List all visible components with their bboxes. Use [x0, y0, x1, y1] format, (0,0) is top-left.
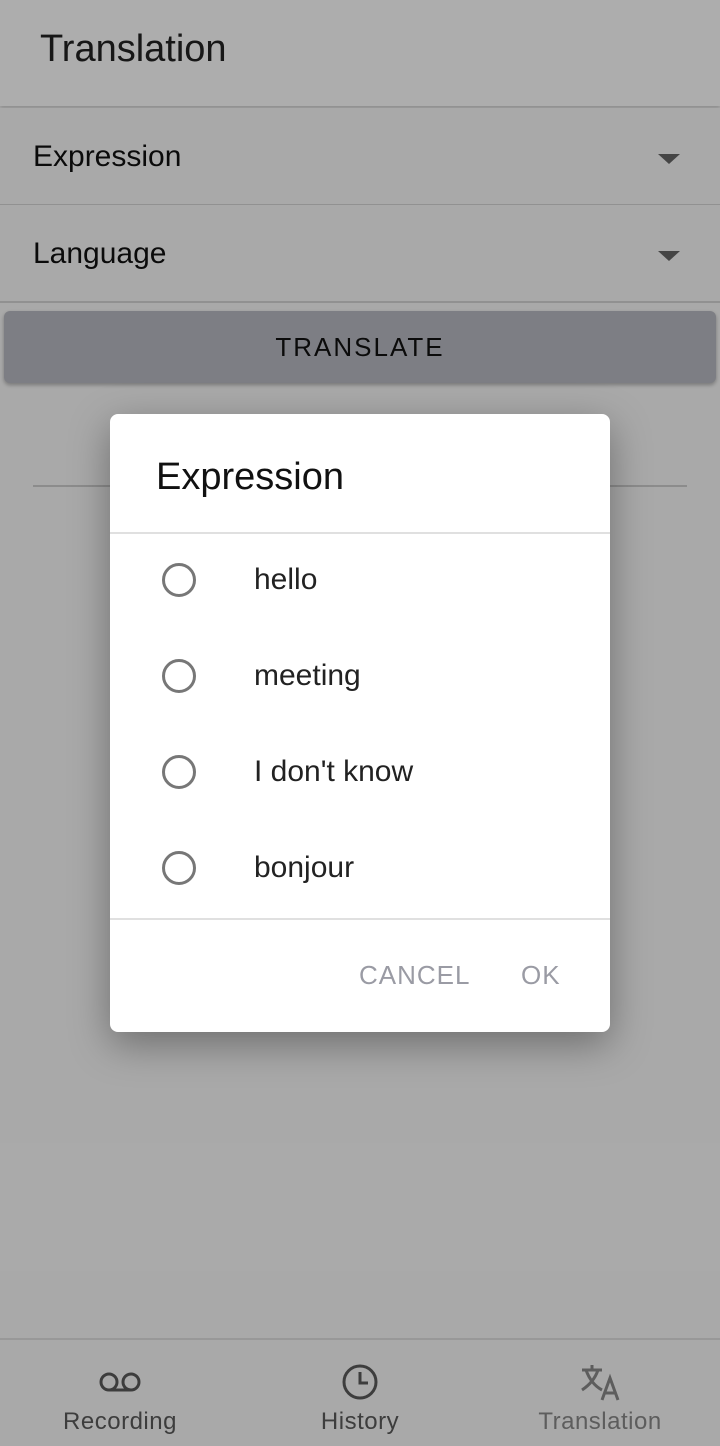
dialog-divider-bottom	[110, 918, 610, 920]
ok-button[interactable]: OK	[521, 960, 561, 991]
option-label: bonjour	[254, 851, 355, 884]
cancel-button[interactable]: CANCEL	[359, 960, 470, 991]
radio-unchecked-icon[interactable]	[162, 659, 196, 693]
option-label: hello	[254, 563, 318, 596]
option-meeting[interactable]: meeting	[110, 630, 610, 726]
option-label: I don't know	[254, 755, 414, 788]
radio-unchecked-icon[interactable]	[162, 563, 196, 597]
expression-dialog: Expression hello meeting I don't know bo…	[110, 414, 610, 1032]
dialog-title: Expression	[156, 456, 344, 498]
option-bonjour[interactable]: bonjour	[110, 822, 610, 918]
radio-unchecked-icon[interactable]	[162, 851, 196, 885]
option-i-dont-know[interactable]: I don't know	[110, 726, 610, 822]
option-hello[interactable]: hello	[110, 534, 610, 630]
radio-unchecked-icon[interactable]	[162, 755, 196, 789]
option-label: meeting	[254, 659, 361, 692]
translation-screen: Translation Expression Language TRANSLAT…	[0, 0, 720, 1446]
